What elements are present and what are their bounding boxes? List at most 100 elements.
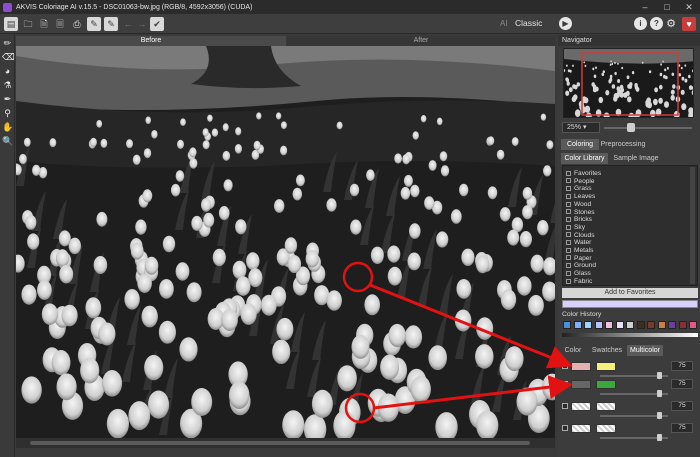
zoom-select[interactable]: 25% ▾ [562,122,600,133]
multicolor-swatch-a[interactable] [571,380,591,389]
settings-gear-icon[interactable]: ⚙ [664,17,678,31]
tab-multicolor[interactable]: Multicolor [627,345,663,356]
open-file-icon[interactable]: 🗀 [21,17,35,31]
library-item-label: Bricks [574,216,592,224]
library-item[interactable]: Wood [566,201,591,208]
multicolor-value[interactable]: 75 [671,379,693,389]
library-item[interactable]: Clouds [566,232,595,239]
history-swatch[interactable] [689,321,697,329]
library-item-label: Paper [574,254,592,262]
zoom-slider[interactable] [604,127,692,129]
library-item[interactable]: People [566,178,595,185]
multicolor-swatch-a[interactable] [571,402,591,411]
hand-icon[interactable]: ✋ [2,122,13,133]
history-swatch[interactable] [668,321,676,329]
magic-tube-icon[interactable]: ⚗ [2,80,13,91]
history-swatch[interactable] [584,321,592,329]
library-item[interactable]: Stones [566,209,595,216]
tool-bar: ✏ ⌫ ◕ ⚗ ✒ ⚲ ✋ 🔍 [0,34,15,457]
load-strokes-icon[interactable]: ✎ [87,17,101,31]
zoom-slider-knob[interactable] [627,123,635,132]
tab-preprocessing[interactable]: Preprocessing [600,139,646,150]
add-to-favorites-button[interactable]: Add to Favorites [562,288,698,298]
library-scrollbar[interactable] [690,167,695,284]
multicolor-swatch-a[interactable] [571,362,591,371]
library-item[interactable]: Grass [566,185,592,192]
multicolor-swatch-b[interactable] [596,380,616,389]
library-item[interactable]: Water [566,239,591,246]
multicolor-row-checkbox[interactable] [562,403,568,409]
eraser-icon[interactable]: ⌫ [2,52,15,63]
multicolor-value[interactable]: 75 [671,401,693,411]
window-title: AKVIS Coloriage AI v.15.5 - DSC01063-bw.… [16,3,253,11]
multicolor-row-checkbox[interactable]: ✓ [562,381,568,387]
history-swatch[interactable] [626,321,634,329]
save-strokes-icon[interactable]: ✎ [104,17,118,31]
reset-icon[interactable]: ✔ [150,17,164,31]
print-icon[interactable]: ⎙ [70,17,84,31]
mode-ai-toggle[interactable]: AI [500,19,508,28]
library-item[interactable]: Ground [566,262,596,269]
library-item[interactable]: Glass [566,270,591,277]
maximize-button[interactable]: □ [656,0,678,14]
library-item[interactable]: Leaves [566,193,595,200]
multicolor-slider-knob[interactable] [657,372,662,379]
tab-sample-image[interactable]: Sample Image [610,153,662,164]
history-swatch[interactable] [678,321,687,329]
feed-icon[interactable]: ♥ [682,17,696,31]
multicolor-swatch-b[interactable] [596,362,616,371]
expand-icon [566,170,571,176]
history-swatch[interactable] [647,321,655,329]
library-item[interactable]: Fabric [566,278,592,285]
history-swatch[interactable] [594,321,603,329]
history-swatch[interactable] [636,321,645,329]
tab-coloring[interactable]: Coloring [561,139,599,150]
help-icon[interactable]: ? [650,17,663,30]
library-item[interactable]: Paper [566,255,592,262]
library-item[interactable]: Metals [566,247,593,254]
eyedropper-icon[interactable]: ⚲ [2,108,13,119]
redo-icon[interactable]: → [135,17,149,31]
multicolor-slider-knob[interactable] [657,390,662,397]
tab-color-library[interactable]: Color Library [561,153,608,164]
undo-icon[interactable]: ← [121,17,135,31]
multicolor-slider-knob[interactable] [657,412,662,419]
library-item[interactable]: Bricks [566,216,592,223]
multicolor-row-checkbox[interactable] [562,425,568,431]
tab-color[interactable]: Color [561,345,585,356]
export-icon[interactable]: 🗏 [53,17,67,31]
history-swatch[interactable] [563,321,571,329]
history-swatch[interactable] [605,321,613,329]
close-button[interactable]: ✕ [678,0,700,14]
tab-swatches[interactable]: Swatches [589,345,625,356]
multicolor-swatch-a[interactable] [571,424,591,433]
color-history-swatches [561,321,699,331]
multicolor-value[interactable]: 75 [671,361,693,371]
batch-icon[interactable]: ▤ [4,17,18,31]
multicolor-row-checkbox[interactable]: ✓ [562,363,568,369]
history-swatch[interactable] [657,321,666,329]
save-file-icon[interactable]: 🗎 [37,17,51,31]
multicolor-swatch-b[interactable] [596,402,616,411]
library-item[interactable]: Sky [566,224,585,231]
run-icon[interactable]: ▶ [559,17,572,30]
color-pencil-icon[interactable]: ✏ [2,38,13,49]
zoom-icon[interactable]: 🔍 [2,136,13,147]
tab-before[interactable]: Before [16,36,286,46]
multicolor-value[interactable]: 75 [671,423,693,433]
minimize-button[interactable]: – [634,0,656,14]
chain-pencil-icon[interactable]: ✒ [2,94,13,105]
tab-after[interactable]: After [287,36,555,46]
multicolor-swatch-b[interactable] [596,424,616,433]
image-canvas[interactable] [16,46,555,438]
multicolor-slider-knob[interactable] [657,434,662,441]
mode-classic-toggle[interactable]: Classic [515,18,542,28]
info-icon[interactable]: i [634,17,647,30]
history-swatch[interactable] [573,321,582,329]
library-item[interactable]: Favorites [566,170,601,177]
keep-color-icon[interactable]: ◕ [2,66,13,77]
navigator-preview[interactable] [563,48,694,118]
horizontal-scroll-thumb[interactable] [30,441,530,445]
selected-color-bar [562,300,698,308]
history-swatch[interactable] [615,321,624,329]
